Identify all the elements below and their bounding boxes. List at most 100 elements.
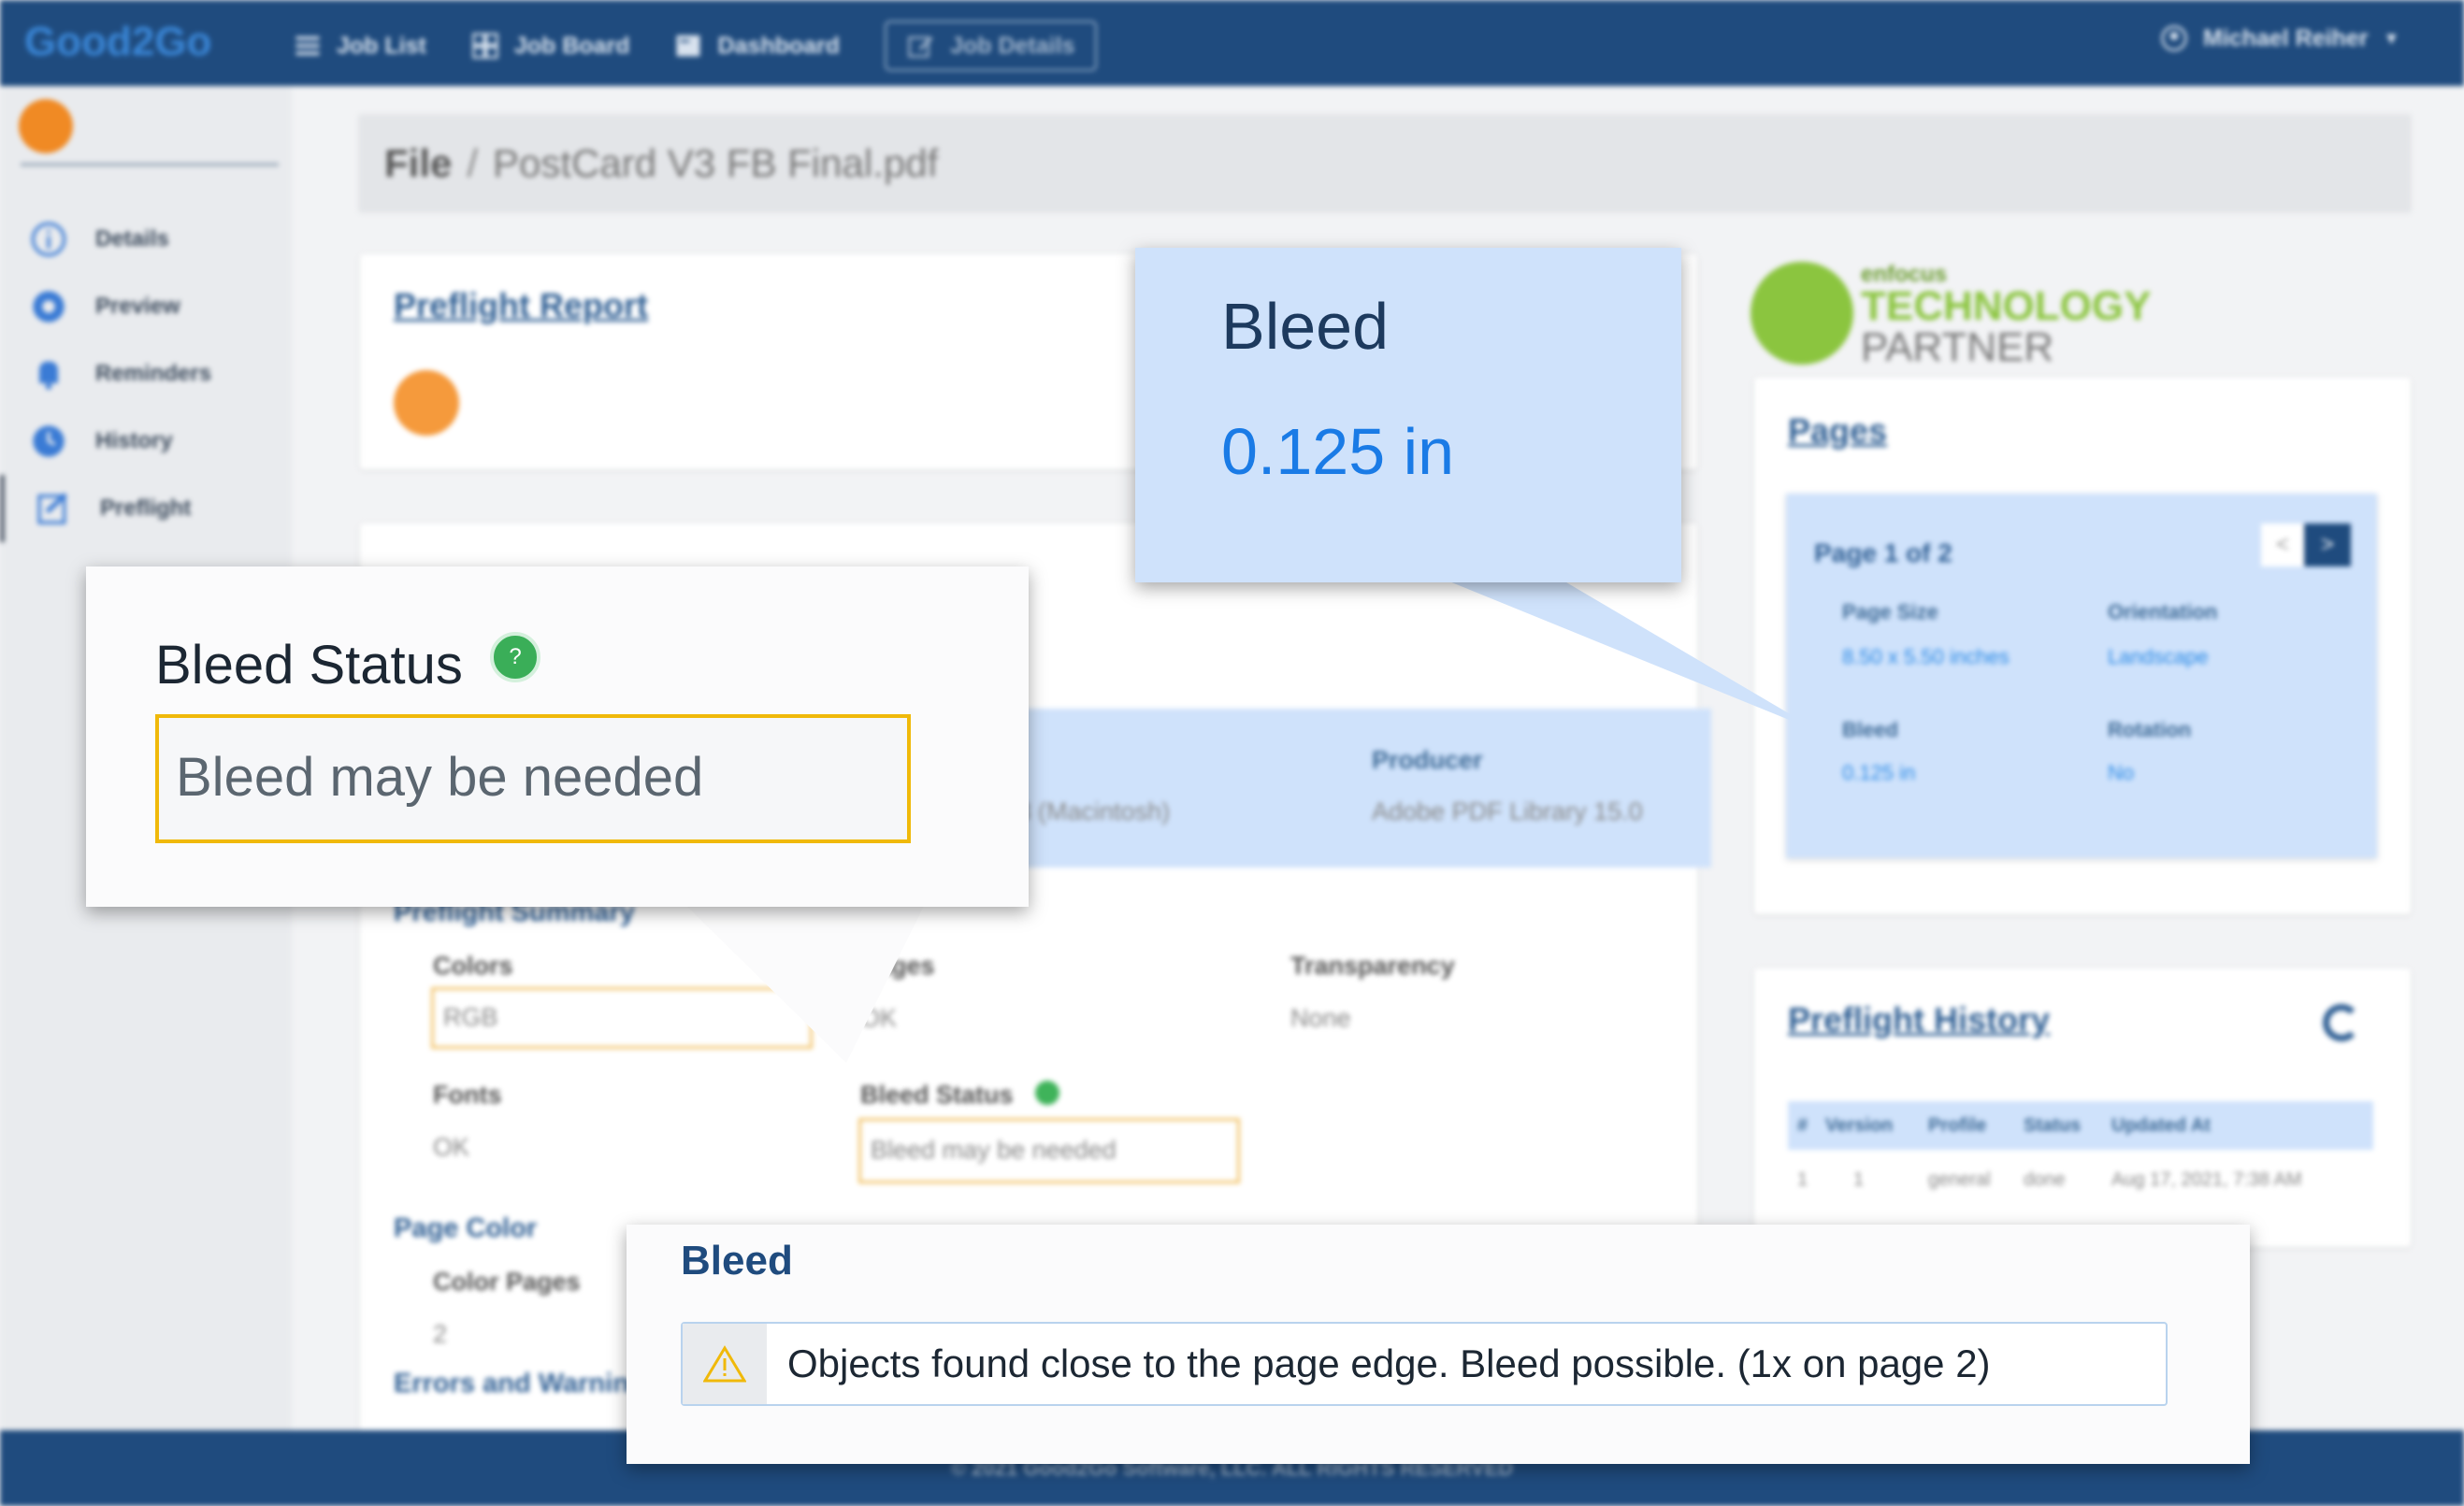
colors-label: Colors (433, 952, 513, 980)
sidebar-item-label: Preview (95, 294, 180, 319)
callout-bleed-warning: Bleed Objects found close to the page ed… (627, 1225, 2250, 1464)
producer-label: Producer (1372, 746, 1483, 774)
enfocus-report-icon (394, 370, 459, 436)
fonts-value: OK (433, 1133, 470, 1161)
preflight-history-link[interactable]: Preflight History (1788, 1000, 2050, 1040)
callout-status-pointer (683, 902, 926, 1063)
producer-value: Adobe PDF Library 15.0 (1372, 797, 1643, 825)
transparency-value: None (1290, 1004, 1351, 1032)
history-cell: general (1928, 1169, 1991, 1190)
nav-job-list-label: Job List (337, 32, 426, 59)
user-name: Michael Reiher (2203, 24, 2369, 51)
breadcrumb-root[interactable]: File (384, 141, 452, 186)
sidebar-item-label: Details (95, 226, 169, 251)
partner-line3: PARTNER (1861, 324, 2054, 370)
history-cell: 1 (1797, 1169, 1808, 1190)
chevron-down-icon: ▼ (2383, 28, 2400, 48)
list-icon (295, 36, 320, 55)
callout-status-title: Bleed Status (155, 635, 463, 696)
nav-job-board-label: Job Board (513, 32, 630, 59)
page-size-value: 8.50 x 5.50 inches (1842, 645, 2010, 668)
bell-icon (39, 361, 58, 390)
callout-bleed-title: Bleed (1221, 290, 1390, 363)
brand-mark-icon (19, 99, 73, 153)
color-pages-value: 2 (433, 1320, 448, 1348)
preflight-icon (37, 493, 68, 524)
history-col-version: Version (1825, 1114, 1894, 1136)
preflight-report-link[interactable]: Preflight Report (394, 286, 648, 325)
errors-title: Errors and Warnings (394, 1369, 661, 1398)
callout-status-value: Bleed may be needed (176, 747, 704, 808)
table-row[interactable]: 1 1 general done Aug 17, 2021, 7:38 AM (1788, 1159, 2373, 1200)
app-logo[interactable]: Good2Go (24, 19, 211, 65)
user-menu[interactable]: Michael Reiher ▼ (2160, 24, 2399, 52)
bleed-status-value: Bleed may be needed (871, 1136, 1117, 1164)
history-icon (33, 425, 65, 457)
top-navbar: Good2Go Job List Job Board Dashboard Job… (0, 0, 2464, 86)
help-icon[interactable]: ? (490, 632, 540, 682)
orientation-label: Orientation (2108, 600, 2218, 624)
help-icon[interactable] (1035, 1081, 1059, 1105)
colors-value: RGB (443, 1003, 498, 1031)
preflight-history-card: Preflight History # Version Profile Stat… (1754, 968, 2411, 1247)
transparency-label: Transparency (1290, 952, 1455, 980)
breadcrumb-separator: / (467, 141, 479, 185)
bleed-value: 0.125 in (1842, 761, 1916, 784)
nav-dashboard-label: Dashboard (717, 32, 841, 59)
bleed-status-field: Bleed may be needed (858, 1118, 1240, 1183)
nav-job-list[interactable]: Job List (294, 32, 426, 60)
history-cell: Aug 17, 2021, 7:38 AM (2111, 1169, 2302, 1190)
history-cell: done (2024, 1169, 2066, 1190)
rotation-label: Rotation (2108, 718, 2192, 741)
bleed-status-label: Bleed Status (860, 1081, 1014, 1109)
refresh-icon[interactable] (2323, 1004, 2360, 1041)
nav-job-details[interactable]: Job Details (885, 21, 1098, 71)
sidebar-item-label: Preflight (100, 495, 192, 521)
callout-bleed: Bleed 0.125 in (1135, 248, 1681, 582)
fonts-label: Fonts (433, 1081, 502, 1109)
nav-dashboard[interactable]: Dashboard (674, 32, 840, 60)
partner-line2: TECHNOLOGY (1861, 283, 2152, 329)
pages-link[interactable]: Pages (1788, 411, 1887, 451)
info-icon (31, 222, 66, 257)
warning-icon (703, 1345, 746, 1383)
sidebar-item-preflight[interactable]: Preflight (0, 475, 292, 542)
sidebar-item-history[interactable]: History (0, 408, 292, 475)
warning-row: Objects found close to the page edge. Bl… (681, 1322, 2168, 1406)
next-page-button[interactable]: > (2304, 524, 2351, 567)
history-cell: 1 (1853, 1169, 1865, 1190)
callout-bleed-status: Bleed Status ? Bleed may be needed (86, 567, 1029, 907)
history-table-header: # Version Profile Status Updated At (1788, 1101, 2373, 1150)
prev-page-button[interactable]: < (2261, 524, 2304, 567)
dashboard-icon (676, 35, 700, 57)
edit-icon (908, 36, 933, 58)
sidebar-divider (21, 163, 279, 166)
page-detail-panel: Page 1 of 2 < > Page Size 8.50 x 5.50 in… (1786, 494, 2377, 858)
breadcrumb-current: PostCard V3 FB Final.pdf (493, 141, 939, 185)
page-color-title: Page Color (394, 1213, 538, 1243)
callout-status-field: Bleed may be needed (155, 714, 911, 843)
callout-bleed-value: 0.125 in (1221, 415, 1455, 488)
enfocus-partner-logo-icon (1751, 262, 1853, 365)
nav-job-board[interactable]: Job Board (471, 32, 630, 60)
history-col-profile: Profile (1928, 1114, 1987, 1136)
warning-message: Objects found close to the page edge. Bl… (787, 1341, 1991, 1385)
sidebar-item-preview[interactable]: Preview (0, 273, 292, 340)
user-circle-icon (2161, 25, 2187, 51)
history-col-updated: Updated At (2111, 1114, 2211, 1136)
sidebar-item-reminders[interactable]: Reminders (0, 340, 292, 408)
sidebar-item-label: Reminders (95, 361, 212, 386)
orientation-value: Landscape (2108, 645, 2209, 668)
callout-bleed-pointer (1445, 580, 1823, 734)
page-size-label: Page Size (1842, 600, 1938, 624)
color-pages-label: Color Pages (433, 1268, 581, 1296)
sidebar-item-label: History (95, 428, 173, 453)
board-icon (472, 33, 498, 59)
sidebar-item-details[interactable]: Details (0, 206, 292, 273)
breadcrumb: File / PostCard V3 FB Final.pdf (358, 114, 2412, 213)
pages-card: Pages Page 1 of 2 < > Page Size 8.50 x 5… (1754, 378, 2411, 914)
eye-icon (33, 291, 65, 323)
warning-icon-cell (683, 1324, 767, 1404)
history-col-num: # (1797, 1114, 1808, 1136)
rotation-value: No (2108, 761, 2135, 784)
